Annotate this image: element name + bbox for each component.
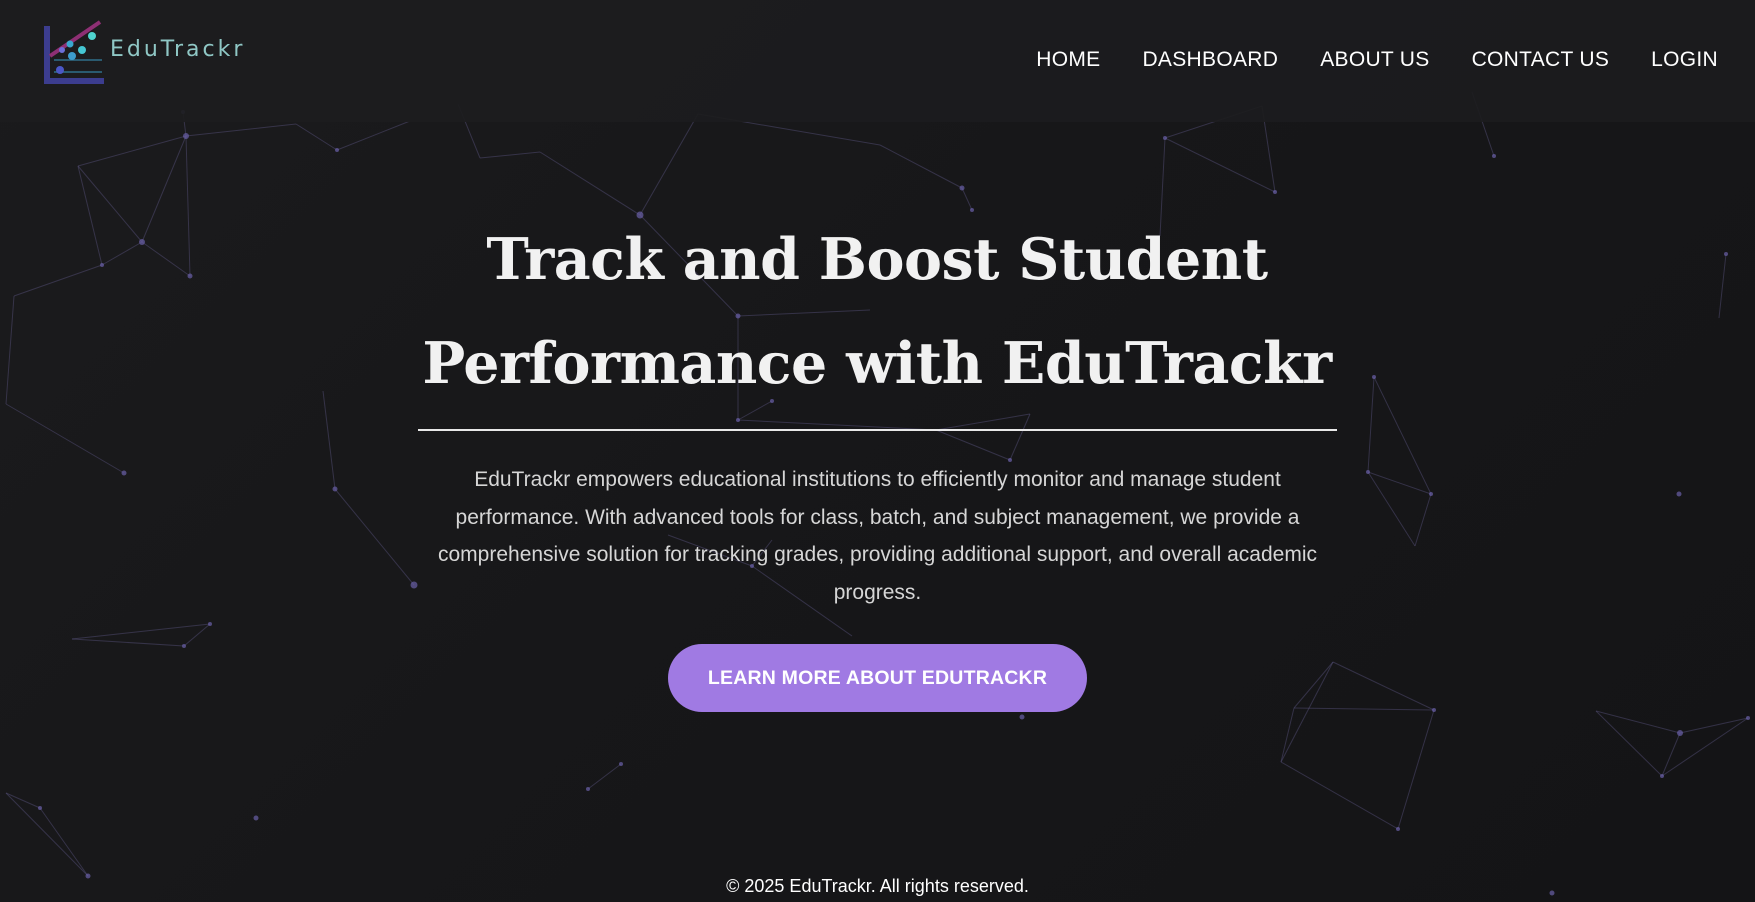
footer: © 2025 EduTrackr. All rights reserved. — [0, 876, 1755, 897]
top-navbar: EduTrackr HOME DASHBOARD ABOUT US CONTAC… — [0, 0, 1755, 122]
brand-logo[interactable]: EduTrackr — [44, 20, 245, 84]
hero-title-line-1: Track and Boost Student — [486, 226, 1268, 293]
landing-page: EduTrackr HOME DASHBOARD ABOUT US CONTAC… — [0, 0, 1755, 902]
hero-title: Track and Boost Student Performance with… — [377, 208, 1377, 416]
brand-name: EduTrackr — [110, 36, 246, 62]
network-background — [5, 91, 1750, 896]
main-nav: HOME DASHBOARD ABOUT US CONTACT US LOGIN — [1036, 48, 1718, 72]
hero-divider — [418, 429, 1337, 431]
hero-description: EduTrackr empowers educational instituti… — [438, 468, 1317, 604]
nav-item-home[interactable]: HOME — [1036, 48, 1100, 72]
nav-item-dashboard[interactable]: DASHBOARD — [1142, 48, 1278, 72]
nav-item-contact-us[interactable]: CONTACT US — [1472, 48, 1610, 72]
learn-more-button[interactable]: LEARN MORE ABOUT EDUTRACKR — [668, 644, 1087, 712]
copyright-text: © 2025 EduTrackr. All rights reserved. — [726, 876, 1029, 896]
chart-logo-icon — [44, 20, 104, 84]
hero-title-line-2: Performance with EduTrackr — [422, 330, 1332, 397]
nav-item-login[interactable]: LOGIN — [1651, 48, 1718, 72]
nav-item-about-us[interactable]: ABOUT US — [1320, 48, 1429, 72]
